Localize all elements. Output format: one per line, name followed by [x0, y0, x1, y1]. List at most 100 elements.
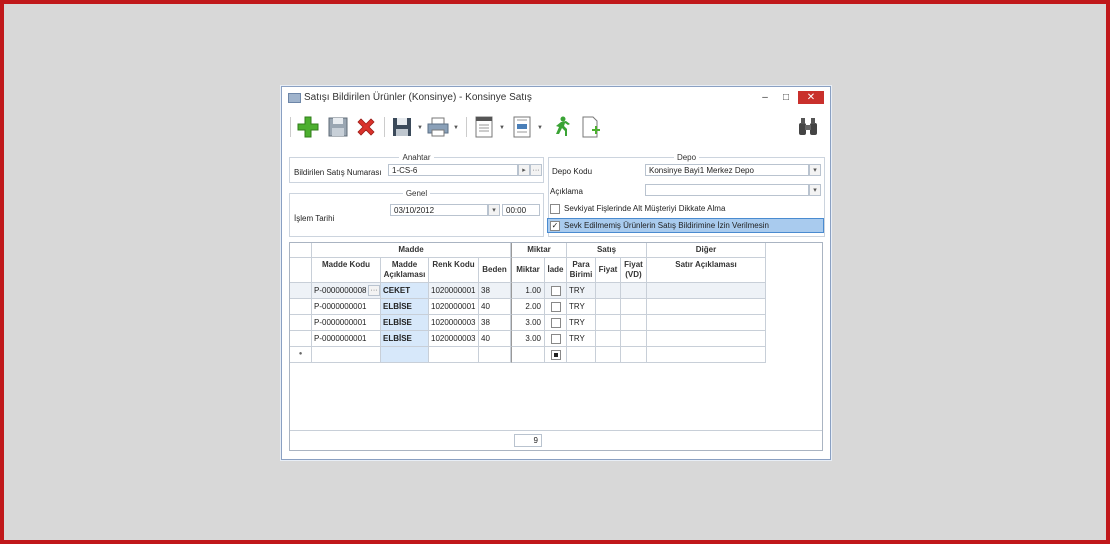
table-cell-renk[interactable]: 1020000003	[429, 315, 479, 331]
close-button[interactable]: ✕	[798, 91, 824, 104]
table-cell-para[interactable]: TRY	[567, 315, 596, 331]
chevron-down-icon[interactable]: ▼	[417, 125, 423, 131]
save-icon[interactable]	[326, 115, 350, 139]
table-cell-fiyat[interactable]	[596, 283, 621, 299]
add-icon[interactable]	[296, 115, 320, 139]
row-indicator[interactable]	[290, 315, 312, 331]
group-satis-header: Satış	[567, 243, 647, 258]
new-row-cell[interactable]	[479, 347, 511, 363]
row-indicator[interactable]	[290, 331, 312, 347]
table-cell-satir-aciklamasi[interactable]	[647, 315, 766, 331]
table-cell-madde-kodu[interactable]: P-0000000001	[312, 315, 381, 331]
aciklama-input[interactable]	[645, 184, 809, 196]
chevron-down-icon[interactable]: ▼	[453, 125, 459, 131]
new-row-cell[interactable]	[511, 347, 545, 363]
table-cell-satir-aciklamasi[interactable]	[647, 299, 766, 315]
new-row-cell[interactable]	[312, 347, 381, 363]
table-cell-beden[interactable]: 40	[479, 331, 511, 347]
iade-checkbox[interactable]	[551, 318, 561, 328]
col-miktar[interactable]: Miktar	[511, 258, 545, 283]
col-fiyat[interactable]: Fiyat	[596, 258, 621, 283]
print-icon[interactable]	[426, 115, 450, 139]
islem-tarihi-input[interactable]: 03/10/2012	[390, 204, 488, 216]
new-document-icon[interactable]	[578, 115, 602, 139]
col-satir-aciklamasi[interactable]: Satır Açıklaması	[647, 258, 766, 283]
table-cell-fiyat[interactable]	[596, 315, 621, 331]
new-row-cell[interactable]	[596, 347, 621, 363]
new-row-cell[interactable]	[567, 347, 596, 363]
table-cell-para[interactable]: TRY	[567, 331, 596, 347]
chevron-down-icon[interactable]: ▼	[499, 125, 505, 131]
table-cell-miktar[interactable]: 3.00	[511, 315, 545, 331]
table-cell-miktar[interactable]: 1.00	[511, 283, 545, 299]
col-para-birimi[interactable]: Para Birimi	[567, 258, 596, 283]
table-cell-aciklama[interactable]: ELBİSE	[381, 299, 429, 315]
new-row-cell[interactable]	[429, 347, 479, 363]
table-cell-aciklama[interactable]: CEKET	[381, 283, 429, 299]
binoculars-icon[interactable]	[796, 115, 820, 139]
table-cell-miktar[interactable]: 3.00	[511, 331, 545, 347]
sevkiyat-checkbox-label: Sevkiyat Fişlerinde Alt Müşteriyi Dikkat…	[564, 204, 726, 213]
iade-checkbox[interactable]	[551, 334, 561, 344]
sevk-edilmemis-checkbox[interactable]: ✓	[550, 221, 560, 231]
col-fiyat-vd[interactable]: Fiyat (VD)	[621, 258, 647, 283]
maximize-button[interactable]: □	[779, 92, 793, 104]
table-cell-aciklama[interactable]: ELBİSE	[381, 315, 429, 331]
table-cell-beden[interactable]: 38	[479, 283, 511, 299]
table-cell-beden[interactable]: 38	[479, 315, 511, 331]
new-row-indicator[interactable]: ●	[290, 347, 312, 363]
new-row-cell[interactable]	[621, 347, 647, 363]
col-madde-aciklamasi[interactable]: Madde Açıklaması	[381, 258, 429, 283]
table-cell-renk[interactable]: 1020000001	[429, 283, 479, 299]
depo-kodu-select[interactable]: Konsinye Bayi1 Merkez Depo	[645, 164, 809, 176]
table-cell-madde-kodu[interactable]: P-0000000001	[312, 299, 381, 315]
table-cell-renk[interactable]: 1020000003	[429, 331, 479, 347]
table-cell-para[interactable]: TRY	[567, 283, 596, 299]
col-renk-kodu[interactable]: Renk Kodu	[429, 258, 479, 283]
chevron-down-icon[interactable]: ▾	[809, 184, 821, 196]
save-as-icon[interactable]	[390, 115, 414, 139]
bildirilen-satis-input[interactable]: 1-CS-6	[388, 164, 518, 176]
group-miktar-header: Miktar	[511, 243, 567, 258]
app-icon	[288, 93, 301, 103]
sevkiyat-checkbox[interactable]	[550, 204, 560, 214]
col-beden[interactable]: Beden	[479, 258, 511, 283]
ellipsis-button[interactable]: ···	[530, 164, 542, 176]
time-input[interactable]: 00:00	[502, 204, 540, 216]
table-cell-fiyat[interactable]	[596, 299, 621, 315]
table-cell-satir-aciklamasi[interactable]	[647, 283, 766, 299]
table-cell-miktar[interactable]: 2.00	[511, 299, 545, 315]
table-cell-madde-kodu[interactable]: P-0000000001	[312, 331, 381, 347]
col-iade[interactable]: İade	[545, 258, 567, 283]
iade-checkbox[interactable]	[551, 286, 561, 296]
table-cell-fiyat-vd[interactable]	[621, 315, 647, 331]
table-cell-fiyat-vd[interactable]	[621, 283, 647, 299]
chevron-down-icon[interactable]: ▾	[488, 204, 500, 216]
document-icon[interactable]	[510, 115, 534, 139]
col-madde-kodu[interactable]: Madde Kodu	[312, 258, 381, 283]
report-icon[interactable]	[472, 115, 496, 139]
row-indicator[interactable]	[290, 283, 312, 299]
iade-checkbox[interactable]	[551, 302, 561, 312]
table-cell-beden[interactable]: 40	[479, 299, 511, 315]
chevron-down-icon[interactable]: ▼	[537, 125, 543, 131]
table-cell-fiyat[interactable]	[596, 331, 621, 347]
run-icon[interactable]	[548, 115, 572, 139]
table-cell-fiyat-vd[interactable]	[621, 299, 647, 315]
minimize-button[interactable]: –	[758, 92, 772, 104]
chevron-down-icon[interactable]: ▾	[809, 164, 821, 176]
ellipsis-button[interactable]: ···	[368, 285, 380, 296]
table-cell-para[interactable]: TRY	[567, 299, 596, 315]
chevron-right-icon[interactable]: ▸	[518, 164, 530, 176]
iade-checkbox[interactable]	[551, 350, 561, 360]
anahtar-legend: Anahtar	[402, 153, 431, 162]
table-cell-aciklama[interactable]: ELBİSE	[381, 331, 429, 347]
new-row-cell[interactable]	[647, 347, 766, 363]
table-cell-satir-aciklamasi[interactable]	[647, 331, 766, 347]
row-indicator[interactable]	[290, 299, 312, 315]
table-cell-renk[interactable]: 1020000001	[429, 299, 479, 315]
islem-tarihi-label: İşlem Tarihi	[294, 214, 335, 223]
delete-icon[interactable]	[354, 115, 378, 139]
table-cell-fiyat-vd[interactable]	[621, 331, 647, 347]
new-row-cell[interactable]	[381, 347, 429, 363]
